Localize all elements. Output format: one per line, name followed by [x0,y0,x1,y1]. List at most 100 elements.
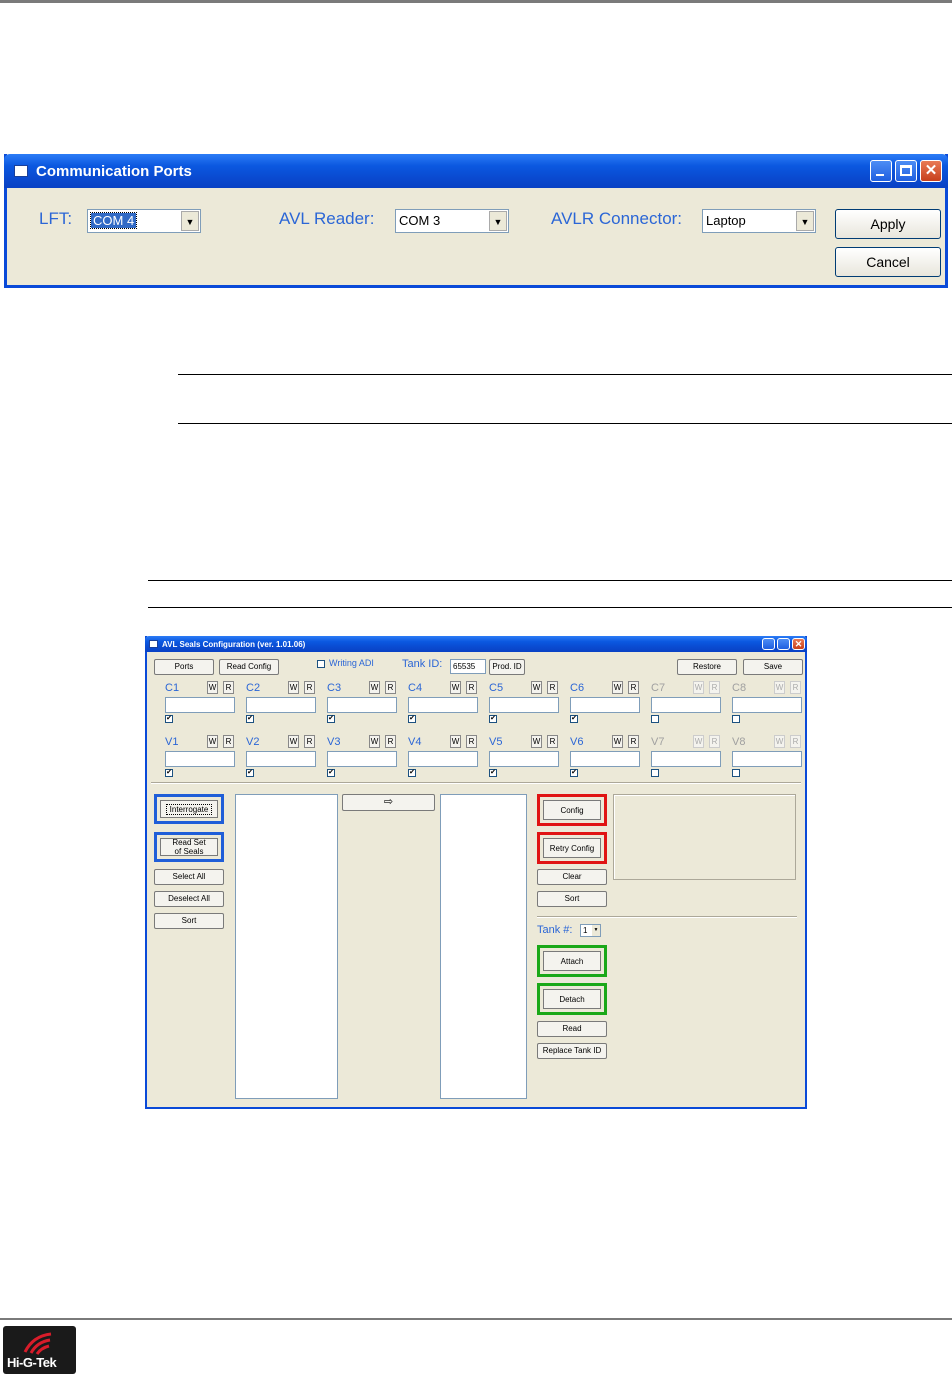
chevron-down-icon[interactable]: ▼ [796,211,814,231]
minimize-button[interactable] [870,160,892,182]
read-button-c5[interactable]: R [547,681,558,694]
channel-checkbox-c4[interactable]: ✔ [408,715,416,723]
cancel-button[interactable]: Cancel [835,247,941,277]
channel-input-v5[interactable] [489,751,559,767]
write-button-c5[interactable]: W [531,681,542,694]
channel-input-v1[interactable] [165,751,235,767]
write-button-v2[interactable]: W [288,735,299,748]
channel-checkbox-c1[interactable]: ✔ [165,715,173,723]
channel-checkbox-c5[interactable]: ✔ [489,715,497,723]
read-button-v2[interactable]: R [304,735,315,748]
channel-checkbox-v2[interactable]: ✔ [246,769,254,777]
read-button-c8[interactable]: R [790,681,801,694]
move-right-button[interactable]: ⇨ [342,794,435,811]
attach-button[interactable]: Attach [537,945,607,977]
channel-input-v2[interactable] [246,751,316,767]
read-button-v1[interactable]: R [223,735,234,748]
write-button-v1[interactable]: W [207,735,218,748]
channel-checkbox-c7[interactable] [651,715,659,723]
chevron-down-icon[interactable]: ▼ [489,211,507,231]
read-button-c2[interactable]: R [304,681,315,694]
read-button[interactable]: Read [537,1021,607,1037]
channel-input-v4[interactable] [408,751,478,767]
read-set-of-seals-button[interactable]: Read Set of Seals [154,832,224,862]
restore-button[interactable]: Restore [677,659,737,675]
channel-checkbox-v6[interactable]: ✔ [570,769,578,777]
channel-input-v6[interactable] [570,751,640,767]
sort-right-button[interactable]: Sort [537,891,607,907]
channel-input-v8[interactable] [732,751,802,767]
select-all-button[interactable]: Select All [154,869,224,885]
channel-checkbox-v1[interactable]: ✔ [165,769,173,777]
write-button-c2[interactable]: W [288,681,299,694]
channel-input-c3[interactable] [327,697,397,713]
channel-input-v3[interactable] [327,751,397,767]
write-button-c7[interactable]: W [693,681,704,694]
write-button-v8[interactable]: W [774,735,785,748]
read-button-v7[interactable]: R [709,735,720,748]
channel-input-c5[interactable] [489,697,559,713]
channel-input-c6[interactable] [570,697,640,713]
apply-button[interactable]: Apply [835,209,941,239]
write-button-v7[interactable]: W [693,735,704,748]
chevron-down-icon[interactable]: ▼ [181,211,199,231]
channel-input-c4[interactable] [408,697,478,713]
seals-list-right[interactable] [440,794,527,1099]
read-button-v5[interactable]: R [547,735,558,748]
detach-button[interactable]: Detach [537,983,607,1015]
write-button-v6[interactable]: W [612,735,623,748]
read-button-c6[interactable]: R [628,681,639,694]
deselect-all-button[interactable]: Deselect All [154,891,224,907]
channel-input-c1[interactable] [165,697,235,713]
read-config-button[interactable]: Read Config [219,659,279,675]
read-button-v6[interactable]: R [628,735,639,748]
avlr-connector-select[interactable]: Laptop ▼ [702,209,816,233]
channel-input-c7[interactable] [651,697,721,713]
write-button-c6[interactable]: W [612,681,623,694]
write-button-c4[interactable]: W [450,681,461,694]
maximize-button[interactable] [895,160,917,182]
close-button[interactable]: ✕ [792,638,805,650]
channel-checkbox-v3[interactable]: ✔ [327,769,335,777]
channel-checkbox-v5[interactable]: ✔ [489,769,497,777]
clear-button[interactable]: Clear [537,869,607,885]
config-button[interactable]: Config [537,794,607,826]
chevron-down-icon[interactable]: ▼ [592,925,600,936]
channel-checkbox-v7[interactable] [651,769,659,777]
write-button-c1[interactable]: W [207,681,218,694]
ports-button[interactable]: Ports [154,659,214,675]
channel-input-c2[interactable] [246,697,316,713]
channel-input-c8[interactable] [732,697,802,713]
minimize-button[interactable] [762,638,775,650]
read-button-c7[interactable]: R [709,681,720,694]
channel-input-v7[interactable] [651,751,721,767]
write-button-c3[interactable]: W [369,681,380,694]
replace-tank-id-button[interactable]: Replace Tank ID [537,1043,607,1059]
read-button-v4[interactable]: R [466,735,477,748]
read-button-v3[interactable]: R [385,735,396,748]
prod-id-button[interactable]: Prod. ID [489,659,525,675]
write-button-v5[interactable]: W [531,735,542,748]
tank-id-input[interactable]: 65535 [450,659,486,674]
save-button[interactable]: Save [743,659,803,675]
interrogate-button[interactable]: Interrogate [154,794,224,824]
retry-config-button[interactable]: Retry Config [537,832,607,864]
write-button-v3[interactable]: W [369,735,380,748]
write-button-c8[interactable]: W [774,681,785,694]
seals-list-left[interactable] [235,794,338,1099]
avl-reader-select[interactable]: COM 3 ▼ [395,209,509,233]
read-button-c1[interactable]: R [223,681,234,694]
lft-select[interactable]: COM 4 ▼ [87,209,201,233]
read-button-c3[interactable]: R [385,681,396,694]
read-button-v8[interactable]: R [790,735,801,748]
close-button[interactable]: ✕ [920,160,942,182]
writing-adi-checkbox[interactable] [317,660,325,668]
maximize-button[interactable] [777,638,790,650]
write-button-v4[interactable]: W [450,735,461,748]
channel-checkbox-c2[interactable]: ✔ [246,715,254,723]
channel-checkbox-c6[interactable]: ✔ [570,715,578,723]
channel-checkbox-v8[interactable] [732,769,740,777]
channel-checkbox-c3[interactable]: ✔ [327,715,335,723]
channel-checkbox-c8[interactable] [732,715,740,723]
tank-number-select[interactable]: 1 ▼ [580,924,601,937]
